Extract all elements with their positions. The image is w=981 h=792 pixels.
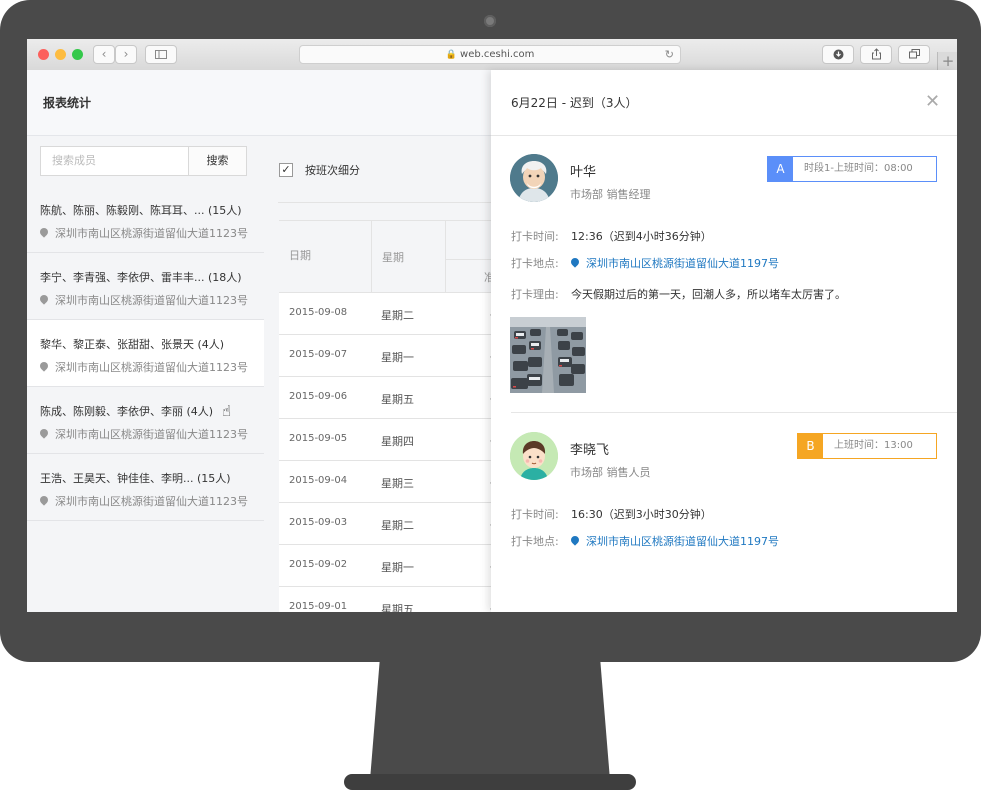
download-icon (833, 49, 843, 60)
camera-icon (484, 15, 496, 27)
drawer-title: 6月22日 - 迟到（3人） (511, 96, 638, 110)
group-sidebar: 搜索成员 搜索 陈航、陈丽、陈毅刚、陈耳耳、... (15人) 深圳市南山区桃源… (27, 136, 265, 612)
late-detail-drawer: 6月22日 - 迟到（3人） ✕ 叶华 市场部 销售经理 A 时段1-上班时间：… (491, 70, 957, 612)
clock-time-value: 16:30（迟到3小时30分钟） (571, 508, 712, 521)
shift-text: 时段1-上班时间：08:00 (804, 163, 913, 174)
sidebar-icon (155, 50, 167, 59)
tabs-icon (908, 49, 920, 59)
location-pin-icon (38, 226, 50, 238)
search-input[interactable]: 搜索成员 (40, 146, 189, 176)
chevron-left-icon: ‹ (101, 47, 107, 61)
group-address: 深圳市南山区桃源街道留仙大道1123号 (38, 359, 248, 375)
clock-time-label: 打卡时间: (511, 230, 559, 243)
checkbox-label: 按班次细分 (305, 164, 360, 177)
close-icon[interactable]: ✕ (925, 91, 940, 112)
location-pin-icon (569, 256, 581, 268)
page-title: 报表统计 (43, 96, 92, 110)
shift-letter: A (768, 157, 793, 181)
monitor-frame: ‹ › 🔒 web.ceshi.com ↻ + 报表统计 搜索成员 搜索 陈航、… (0, 0, 981, 662)
table-row: 2015-09-07星期一一 (279, 334, 519, 377)
lock-icon: 🔒 (445, 50, 457, 60)
shift-breakdown-checkbox[interactable]: ✓ (279, 163, 293, 177)
person-name: 叶华 (570, 165, 597, 180)
shift-text: 上班时间：13:00 (834, 440, 913, 451)
avatar (510, 432, 558, 480)
browser-toolbar: ‹ › 🔒 web.ceshi.com ↻ + (27, 39, 957, 71)
tabs-button[interactable] (898, 45, 930, 64)
shift-tag: A 时段1-上班时间：08:00 (767, 156, 937, 182)
group-address: 深圳市南山区桃源街道留仙大道1123号 (38, 292, 248, 308)
person-department: 市场部 销售人员 (570, 466, 651, 479)
group-members: 陈成、陈刚毅、李依伊、李丽 (4人) (40, 405, 214, 418)
photo-thumbnail[interactable] (510, 317, 586, 393)
share-icon (871, 48, 881, 60)
clock-place-label: 打卡地点: (511, 535, 559, 548)
window-close-button[interactable] (38, 49, 49, 60)
window-maximize-button[interactable] (72, 49, 83, 60)
table-row: 2015-09-05星期四一 (279, 418, 519, 461)
back-button[interactable]: ‹ (93, 45, 115, 64)
hand-cursor-icon: ☝ (222, 402, 232, 420)
person-department: 市场部 销售经理 (570, 188, 651, 201)
clock-time-value: 12:36（迟到4小时36分钟） (571, 230, 712, 243)
share-button[interactable] (860, 45, 892, 64)
location-pin-icon (569, 534, 581, 546)
clock-place-link[interactable]: 深圳市南山区桃源街道留仙大道1197号 (569, 533, 779, 549)
table-row: 2015-09-08星期二一 (279, 292, 519, 335)
address-bar[interactable]: 🔒 web.ceshi.com ↻ (299, 45, 681, 64)
boy-avatar-icon (510, 432, 558, 480)
clock-place-link[interactable]: 深圳市南山区桃源街道留仙大道1197号 (569, 255, 779, 271)
clock-time-label: 打卡时间: (511, 508, 559, 521)
group-item-selected[interactable]: 黎华、黎正泰、张甜甜、张景天 (4人) 深圳市南山区桃源街道留仙大道1123号 (27, 320, 264, 387)
column-header-weekday: 星期 (382, 251, 404, 264)
forward-button[interactable]: › (115, 45, 137, 64)
location-pin-icon (38, 427, 50, 439)
divider (278, 202, 518, 203)
column-header-date: 日期 (289, 249, 311, 262)
clock-reason-value: 今天假期过后的第一天，回潮人多，所以堵车太厉害了。 (571, 288, 846, 301)
location-pin-icon (38, 293, 50, 305)
shift-tag: B 上班时间：13:00 (797, 433, 937, 459)
group-members: 王浩、王昊天、钟佳佳、李明... (15人) (40, 472, 231, 485)
group-members: 李宁、李青强、李依伊、雷丰丰... (18人) (40, 271, 242, 284)
group-item[interactable]: 李宁、李青强、李依伊、雷丰丰... (18人) 深圳市南山区桃源街道留仙大道11… (27, 253, 264, 320)
group-address: 深圳市南山区桃源街道留仙大道1123号 (38, 225, 248, 241)
person-name: 李晓飞 (570, 443, 610, 458)
table-row: 2015-09-04星期三一 (279, 460, 519, 503)
clock-place-label: 打卡地点: (511, 257, 559, 270)
avatar (510, 154, 558, 202)
drawer-header: 6月22日 - 迟到（3人） ✕ (491, 70, 957, 136)
old-man-avatar-icon (510, 154, 558, 202)
table-row: 2015-09-01星期五一 (279, 586, 519, 612)
group-item[interactable]: 陈航、陈丽、陈毅刚、陈耳耳、... (15人) 深圳市南山区桃源街道留仙大道11… (27, 186, 264, 253)
group-members: 陈航、陈丽、陈毅刚、陈耳耳、... (15人) (40, 204, 242, 217)
table-row: 2015-09-06星期五一 (279, 376, 519, 419)
new-tab-button[interactable]: + (937, 52, 957, 70)
shift-letter: B (798, 434, 823, 458)
sidebar-toggle-button[interactable] (145, 45, 177, 64)
chevron-right-icon: › (123, 47, 129, 61)
download-button[interactable] (822, 45, 854, 64)
browser-window: ‹ › 🔒 web.ceshi.com ↻ + 报表统计 搜索成员 搜索 陈航、… (27, 39, 957, 612)
clock-reason-label: 打卡理由: (511, 288, 559, 301)
table-header: 日期 星期 准 (279, 220, 519, 293)
group-item[interactable]: 陈成、陈刚毅、李依伊、李丽 (4人) 深圳市南山区桃源街道留仙大道1123号 (27, 387, 264, 454)
reload-icon[interactable]: ↻ (665, 46, 674, 63)
traffic-photo-icon (510, 317, 586, 393)
monitor-stand-neck (370, 662, 610, 780)
location-pin-icon (38, 494, 50, 506)
group-members: 黎华、黎正泰、张甜甜、张景天 (4人) (40, 338, 225, 351)
group-item[interactable]: 王浩、王昊天、钟佳佳、李明... (15人) 深圳市南山区桃源街道留仙大道112… (27, 454, 264, 521)
group-address: 深圳市南山区桃源街道留仙大道1123号 (38, 493, 248, 509)
record-divider (511, 412, 957, 413)
table-row: 2015-09-02星期一一 (279, 544, 519, 587)
monitor-stand-base (344, 774, 636, 790)
window-minimize-button[interactable] (55, 49, 66, 60)
url-text: web.ceshi.com (460, 49, 535, 60)
group-address: 深圳市南山区桃源街道留仙大道1123号 (38, 426, 248, 442)
location-pin-icon (38, 360, 50, 372)
search-button[interactable]: 搜索 (188, 146, 247, 176)
table-row: 2015-09-03星期二一 (279, 502, 519, 545)
